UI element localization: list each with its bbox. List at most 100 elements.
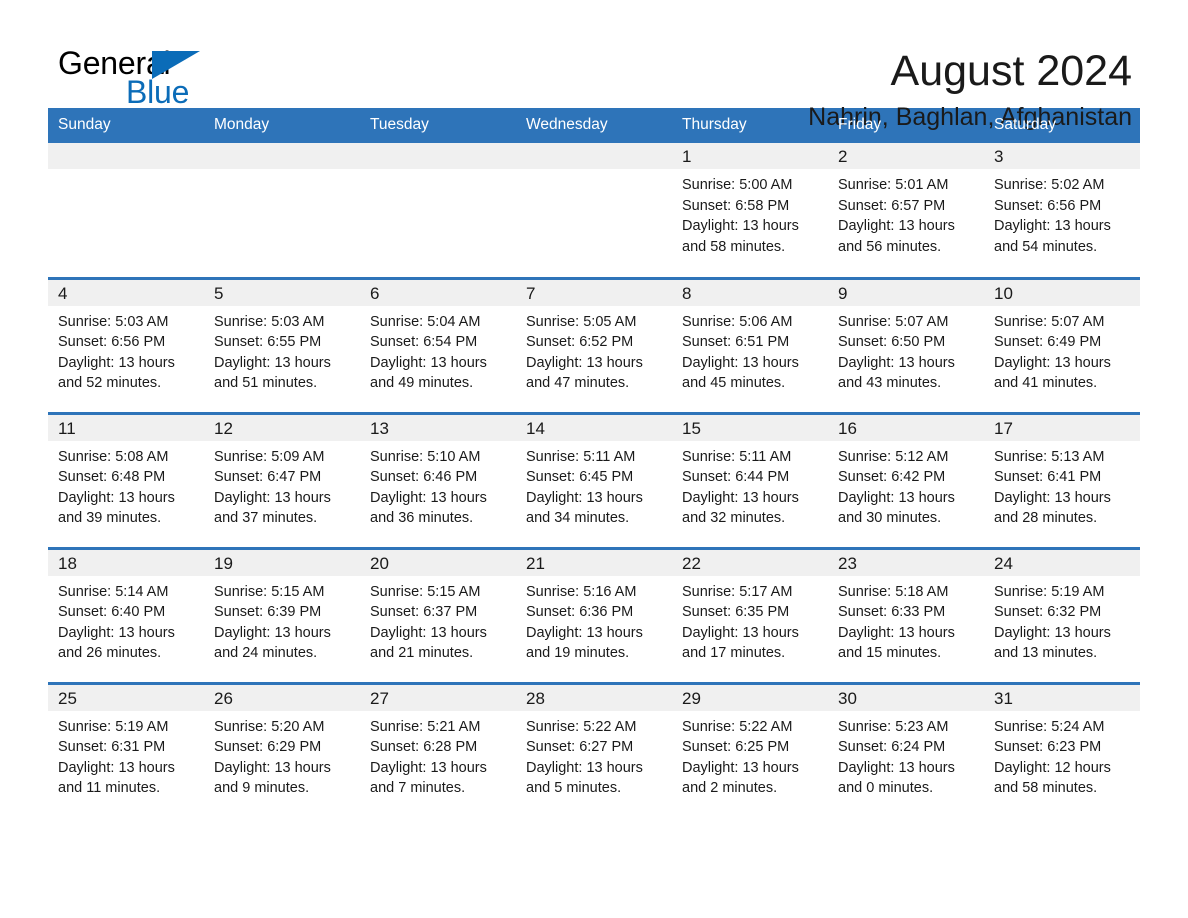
- sunset-time: Sunset: 6:58 PM: [682, 197, 790, 214]
- day-number: 17: [984, 414, 1140, 441]
- calendar-day-cell[interactable]: 25 Sunrise: 5:19 AM Sunset: 6:31 PM Dayligh…: [48, 681, 204, 818]
- sunset-time: Sunset: 6:52 PM: [526, 334, 634, 350]
- day-details: Sunrise: 5:19 AM Sunset: 6:32 PM Daylight:…: [984, 576, 1140, 664]
- calendar-day-cell[interactable]: 31 Sunrise: 5:24 AM Sunset: 6:23 PM Dayligh…: [984, 681, 1140, 818]
- day-details: Sunrise: 5:11 AM Sunset: 6:45 PM Daylight:…: [516, 441, 672, 529]
- calendar-day-cell[interactable]: 22 Sunrise: 5:17 AM Sunset: 6:35 PM Dayligh…: [672, 546, 828, 683]
- day-details: Sunrise: 5:13 AM Sunset: 6:41 PM Daylight:…: [984, 441, 1140, 529]
- day-number: 27: [360, 684, 516, 711]
- generalblue-logo[interactable]: General Blue: [58, 46, 208, 112]
- calendar-day-cell[interactable]: 13 Sunrise: 5:10 AM Sunset: 6:46 PM Dayligh…: [360, 411, 516, 548]
- daylight-duration-line1: Daylight: 13 hours: [838, 354, 955, 371]
- daylight-duration-line2: and 9 minutes.: [214, 780, 310, 796]
- day-number: 29: [672, 684, 828, 711]
- day-details: Sunrise: 5:22 AM Sunset: 6:25 PM Daylight:…: [672, 711, 828, 799]
- calendar-day-cell[interactable]: 5 Sunrise: 5:03 AM Sunset: 6:55 PM Daylight…: [204, 276, 360, 413]
- daylight-duration-line1: Daylight: 13 hours: [994, 624, 1111, 641]
- calendar-day-cell[interactable]: 1 Sunrise: 5:00 AM Sunset: 6:58 PM Daylight…: [672, 143, 828, 278]
- day-number: [360, 143, 516, 169]
- calendar-day-cell[interactable]: 23 Sunrise: 5:18 AM Sunset: 6:33 PM Dayligh…: [828, 546, 984, 683]
- day-cell-inner: 18 Sunrise: 5:14 AM Sunset: 6:40 PM Dayligh…: [48, 549, 204, 682]
- calendar-day-cell[interactable]: 4 Sunrise: 5:03 AM Sunset: 6:56 PM Daylight…: [48, 276, 204, 413]
- daylight-duration-line2: and 21 minutes.: [370, 645, 474, 661]
- day-number: 11: [48, 414, 204, 441]
- calendar-day-cell[interactable]: 29 Sunrise: 5:22 AM Sunset: 6:25 PM Dayligh…: [672, 681, 828, 818]
- calendar-day-cell[interactable]: 12 Sunrise: 5:09 AM Sunset: 6:47 PM Dayligh…: [204, 411, 360, 548]
- day-details: Sunrise: 5:06 AM Sunset: 6:51 PM Daylight:…: [672, 306, 828, 394]
- sunrise-time: Sunrise: 5:21 AM: [370, 718, 481, 735]
- sunset-time: Sunset: 6:55 PM: [214, 334, 322, 350]
- sunrise-time: Sunrise: 5:00 AM: [682, 177, 793, 193]
- day-cell-inner: 26 Sunrise: 5:20 AM Sunset: 6:29 PM Dayligh…: [204, 684, 360, 817]
- day-cell-inner: 13 Sunrise: 5:10 AM Sunset: 6:46 PM Dayligh…: [360, 414, 516, 547]
- calendar-cell-empty: [204, 143, 360, 278]
- calendar-day-cell[interactable]: 8 Sunrise: 5:06 AM Sunset: 6:51 PM Daylight…: [672, 276, 828, 413]
- daylight-duration-line2: and 43 minutes.: [838, 375, 942, 391]
- daylight-duration-line1: Daylight: 13 hours: [370, 759, 487, 776]
- calendar-day-cell[interactable]: 26 Sunrise: 5:20 AM Sunset: 6:29 PM Dayligh…: [204, 681, 360, 818]
- day-details: Sunrise: 5:11 AM Sunset: 6:44 PM Daylight:…: [672, 441, 828, 529]
- daylight-duration-line2: and 41 minutes.: [994, 375, 1098, 391]
- sunrise-time: Sunrise: 5:19 AM: [58, 718, 169, 735]
- calendar-day-cell[interactable]: 2 Sunrise: 5:01 AM Sunset: 6:57 PM Daylight…: [828, 143, 984, 278]
- daylight-duration-line1: Daylight: 13 hours: [58, 624, 175, 641]
- daylight-duration-line1: Daylight: 13 hours: [370, 624, 487, 641]
- calendar-day-cell[interactable]: 6 Sunrise: 5:04 AM Sunset: 6:54 PM Daylight…: [360, 276, 516, 413]
- day-number: 18: [48, 549, 204, 576]
- day-cell-inner: [204, 143, 360, 275]
- day-cell-inner: 10 Sunrise: 5:07 AM Sunset: 6:49 PM Dayligh…: [984, 279, 1140, 412]
- sunset-time: Sunset: 6:42 PM: [838, 469, 946, 485]
- daylight-duration-line1: Daylight: 13 hours: [994, 354, 1111, 371]
- calendar-day-cell[interactable]: 16 Sunrise: 5:12 AM Sunset: 6:42 PM Dayligh…: [828, 411, 984, 548]
- calendar-day-cell[interactable]: 30 Sunrise: 5:23 AM Sunset: 6:24 PM Dayligh…: [828, 681, 984, 818]
- day-details: Sunrise: 5:04 AM Sunset: 6:54 PM Daylight:…: [360, 306, 516, 394]
- calendar-day-cell[interactable]: 20 Sunrise: 5:15 AM Sunset: 6:37 PM Dayligh…: [360, 546, 516, 683]
- day-details: Sunrise: 5:20 AM Sunset: 6:29 PM Daylight:…: [204, 711, 360, 799]
- sunrise-time: Sunrise: 5:24 AM: [994, 718, 1105, 735]
- calendar-day-cell[interactable]: 15 Sunrise: 5:11 AM Sunset: 6:44 PM Dayligh…: [672, 411, 828, 548]
- calendar-day-cell[interactable]: 3 Sunrise: 5:02 AM Sunset: 6:56 PM Daylight…: [984, 143, 1140, 278]
- daylight-duration-line1: Daylight: 13 hours: [370, 489, 487, 506]
- sunrise-time: Sunrise: 5:16 AM: [526, 583, 637, 600]
- calendar-day-cell[interactable]: 21 Sunrise: 5:16 AM Sunset: 6:36 PM Dayligh…: [516, 546, 672, 683]
- calendar-day-cell[interactable]: 7 Sunrise: 5:05 AM Sunset: 6:52 PM Daylight…: [516, 276, 672, 413]
- sunset-time: Sunset: 6:36 PM: [526, 604, 634, 620]
- sunset-time: Sunset: 6:25 PM: [682, 739, 790, 755]
- day-details: Sunrise: 5:21 AM Sunset: 6:28 PM Daylight:…: [360, 711, 516, 799]
- calendar-day-cell[interactable]: 9 Sunrise: 5:07 AM Sunset: 6:50 PM Daylight…: [828, 276, 984, 413]
- day-cell-inner: 1 Sunrise: 5:00 AM Sunset: 6:58 PM Daylight…: [672, 143, 828, 275]
- calendar-day-cell[interactable]: 19 Sunrise: 5:15 AM Sunset: 6:39 PM Dayligh…: [204, 546, 360, 683]
- day-details: Sunrise: 5:24 AM Sunset: 6:23 PM Daylight:…: [984, 711, 1140, 799]
- day-cell-inner: 28 Sunrise: 5:22 AM Sunset: 6:27 PM Dayligh…: [516, 684, 672, 817]
- day-cell-inner: 2 Sunrise: 5:01 AM Sunset: 6:57 PM Daylight…: [828, 143, 984, 275]
- calendar-cell-empty: [516, 143, 672, 278]
- calendar-day-cell[interactable]: 10 Sunrise: 5:07 AM Sunset: 6:49 PM Dayligh…: [984, 276, 1140, 413]
- daylight-duration-line1: Daylight: 13 hours: [682, 624, 799, 641]
- calendar-cell-empty: [360, 143, 516, 278]
- day-number: [204, 143, 360, 169]
- sunrise-time: Sunrise: 5:02 AM: [994, 177, 1105, 193]
- day-number: 8: [672, 279, 828, 306]
- calendar-day-cell[interactable]: 18 Sunrise: 5:14 AM Sunset: 6:40 PM Dayligh…: [48, 546, 204, 683]
- sunset-time: Sunset: 6:46 PM: [370, 469, 478, 485]
- calendar-day-cell[interactable]: 28 Sunrise: 5:22 AM Sunset: 6:27 PM Dayligh…: [516, 681, 672, 818]
- calendar-cell-empty: [48, 143, 204, 278]
- calendar-week-row: 1 Sunrise: 5:00 AM Sunset: 6:58 PM Daylight…: [48, 143, 1140, 278]
- daylight-duration-line1: Daylight: 13 hours: [838, 624, 955, 641]
- day-cell-inner: 9 Sunrise: 5:07 AM Sunset: 6:50 PM Daylight…: [828, 279, 984, 412]
- calendar-day-cell[interactable]: 24 Sunrise: 5:19 AM Sunset: 6:32 PM Dayligh…: [984, 546, 1140, 683]
- day-cell-inner: 7 Sunrise: 5:05 AM Sunset: 6:52 PM Daylight…: [516, 279, 672, 412]
- calendar-day-cell[interactable]: 17 Sunrise: 5:13 AM Sunset: 6:41 PM Dayligh…: [984, 411, 1140, 548]
- day-cell-inner: 22 Sunrise: 5:17 AM Sunset: 6:35 PM Dayligh…: [672, 549, 828, 682]
- calendar-day-cell[interactable]: 11 Sunrise: 5:08 AM Sunset: 6:48 PM Dayligh…: [48, 411, 204, 548]
- calendar-day-cell[interactable]: 27 Sunrise: 5:21 AM Sunset: 6:28 PM Dayligh…: [360, 681, 516, 818]
- day-number: 4: [48, 279, 204, 306]
- daylight-duration-line2: and 28 minutes.: [994, 510, 1098, 526]
- daylight-duration-line2: and 49 minutes.: [370, 375, 474, 391]
- day-details: [360, 169, 516, 175]
- daylight-duration-line2: and 51 minutes.: [214, 375, 318, 391]
- daylight-duration-line2: and 0 minutes.: [838, 780, 934, 796]
- calendar-day-cell[interactable]: 14 Sunrise: 5:11 AM Sunset: 6:45 PM Dayligh…: [516, 411, 672, 548]
- daylight-duration-line2: and 24 minutes.: [214, 645, 318, 661]
- sunrise-time: Sunrise: 5:11 AM: [526, 448, 636, 465]
